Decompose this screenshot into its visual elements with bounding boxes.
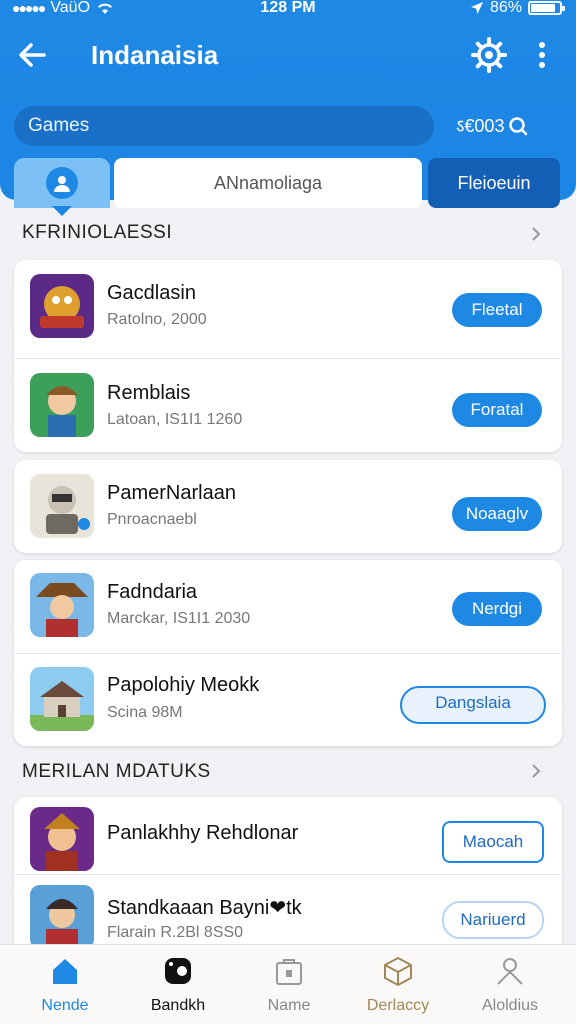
section-title-1: KFRINIOLAESSI: [22, 222, 173, 243]
tab-label: Derlaccy: [366, 997, 430, 1014]
bottom-tab-bar: Nende Bandkh Name Derlaccy Aloldius: [0, 944, 576, 1024]
list-item[interactable]: PamerNarlaan Pnroacnaebl Noaaglv: [14, 460, 562, 553]
game-card-group: Panlakhhy Rehdlonar Maocah Standkaaan Ba…: [14, 797, 562, 957]
game-name: Papolohiy Meokk: [107, 674, 260, 696]
location-icon: [470, 2, 483, 14]
tab-label: Aloldius: [481, 997, 539, 1014]
game-meta: Marckar, IS1I1 2030: [107, 610, 251, 627]
game-name: Remblais: [107, 382, 191, 404]
search-shortcut-label: ऽ€003: [456, 116, 505, 136]
game-thumbnail: [30, 474, 94, 538]
game-meta: Flarain R.2Bl 8SS0: [107, 924, 244, 941]
game-name: Fadndaria: [107, 581, 198, 603]
tab-label: Bandkh: [150, 997, 206, 1014]
settings-button[interactable]: [470, 36, 508, 74]
back-button[interactable]: [14, 36, 52, 74]
game-card: PamerNarlaan Pnroacnaebl Noaaglv: [14, 460, 562, 553]
list-item[interactable]: Fadndaria Marckar, IS1I1 2030 Nerdgi: [14, 560, 562, 654]
profile-tab[interactable]: [14, 158, 110, 208]
gear-icon: [471, 37, 507, 73]
search-icon: [509, 117, 528, 136]
tab-games[interactable]: Bandkh: [130, 945, 226, 1024]
tab-store[interactable]: Name: [241, 945, 337, 1024]
app-header: Indanaisia Games ऽ€003 ANnamoliaga Fleio…: [0, 20, 576, 208]
game-name: Standkaaan Bayni❤tk: [107, 897, 302, 919]
game-thumbnail: [30, 667, 94, 731]
game-thumbnail: [30, 373, 94, 437]
install-button[interactable]: Noaaglv: [452, 497, 542, 531]
bag-icon: [276, 959, 302, 985]
game-thumbnail: [30, 807, 94, 871]
download-button[interactable]: Dangslaia: [400, 686, 546, 724]
battery-icon: [528, 1, 565, 15]
section-title-2: MERILAN MDATUKS: [22, 761, 211, 782]
avatar: [46, 167, 78, 199]
game-meta: Scina 98M: [107, 704, 183, 721]
open-button[interactable]: Maocah: [442, 821, 544, 863]
install-button[interactable]: Foratal: [452, 393, 542, 427]
gamepad-icon: [165, 958, 191, 984]
category-field[interactable]: ANnamoliaga: [114, 158, 422, 208]
home-icon: [53, 959, 77, 984]
tab-home[interactable]: Nende: [17, 945, 113, 1024]
box-icon: [384, 957, 412, 986]
search-input[interactable]: Games: [14, 106, 434, 146]
game-card-group: Gacdlasin Ratolno, 2000 Fleetal Remblais…: [14, 260, 562, 452]
back-arrow-icon: [19, 43, 46, 67]
game-card-group: Fadndaria Marckar, IS1I1 2030 Nerdgi Pap…: [14, 560, 562, 746]
game-meta: Ratolno, 2000: [107, 311, 207, 328]
header-action-button[interactable]: Fleioeuin: [428, 158, 560, 208]
tab-label: Name: [267, 997, 311, 1014]
game-thumbnail: [30, 274, 94, 338]
game-name: PamerNarlaan: [107, 482, 236, 504]
chevron-right-icon[interactable]: [528, 226, 544, 242]
game-name: Panlakhhy Rehdlonar: [107, 822, 299, 844]
list-item[interactable]: Papolohiy Meokk Scina 98M Dangslaia: [14, 654, 562, 746]
install-button[interactable]: Fleetal: [452, 293, 542, 327]
install-button[interactable]: Nerdgi: [452, 592, 542, 626]
status-bar: ●●●●● VaüO 128 PM 86%: [0, 0, 576, 20]
tab-label: Nende: [41, 997, 89, 1014]
game-name: Gacdlasin: [107, 282, 196, 304]
user-icon: [54, 176, 70, 192]
more-options-button[interactable]: [530, 38, 554, 72]
game-meta: Latoan, IS1I1 1260: [107, 411, 243, 428]
game-thumbnail: [30, 885, 94, 949]
list-item[interactable]: Gacdlasin Ratolno, 2000 Fleetal: [14, 260, 562, 359]
battery-percent: 86%: [489, 0, 522, 16]
person-icon: [497, 958, 523, 985]
tab-library[interactable]: Derlaccy: [350, 945, 446, 1024]
search-shortcut[interactable]: ऽ€003: [456, 112, 528, 140]
update-button[interactable]: Nariuerd: [442, 901, 544, 939]
game-thumbnail: [30, 573, 94, 637]
tab-profile[interactable]: Aloldius: [462, 945, 558, 1024]
list-item[interactable]: Remblais Latoan, IS1I1 1260 Foratal: [14, 359, 562, 452]
page-title: Indanaisia: [91, 40, 219, 70]
game-meta: Pnroacnaebl: [107, 511, 197, 528]
list-item[interactable]: Panlakhhy Rehdlonar Maocah: [14, 797, 562, 875]
chevron-right-icon[interactable]: [528, 763, 544, 779]
